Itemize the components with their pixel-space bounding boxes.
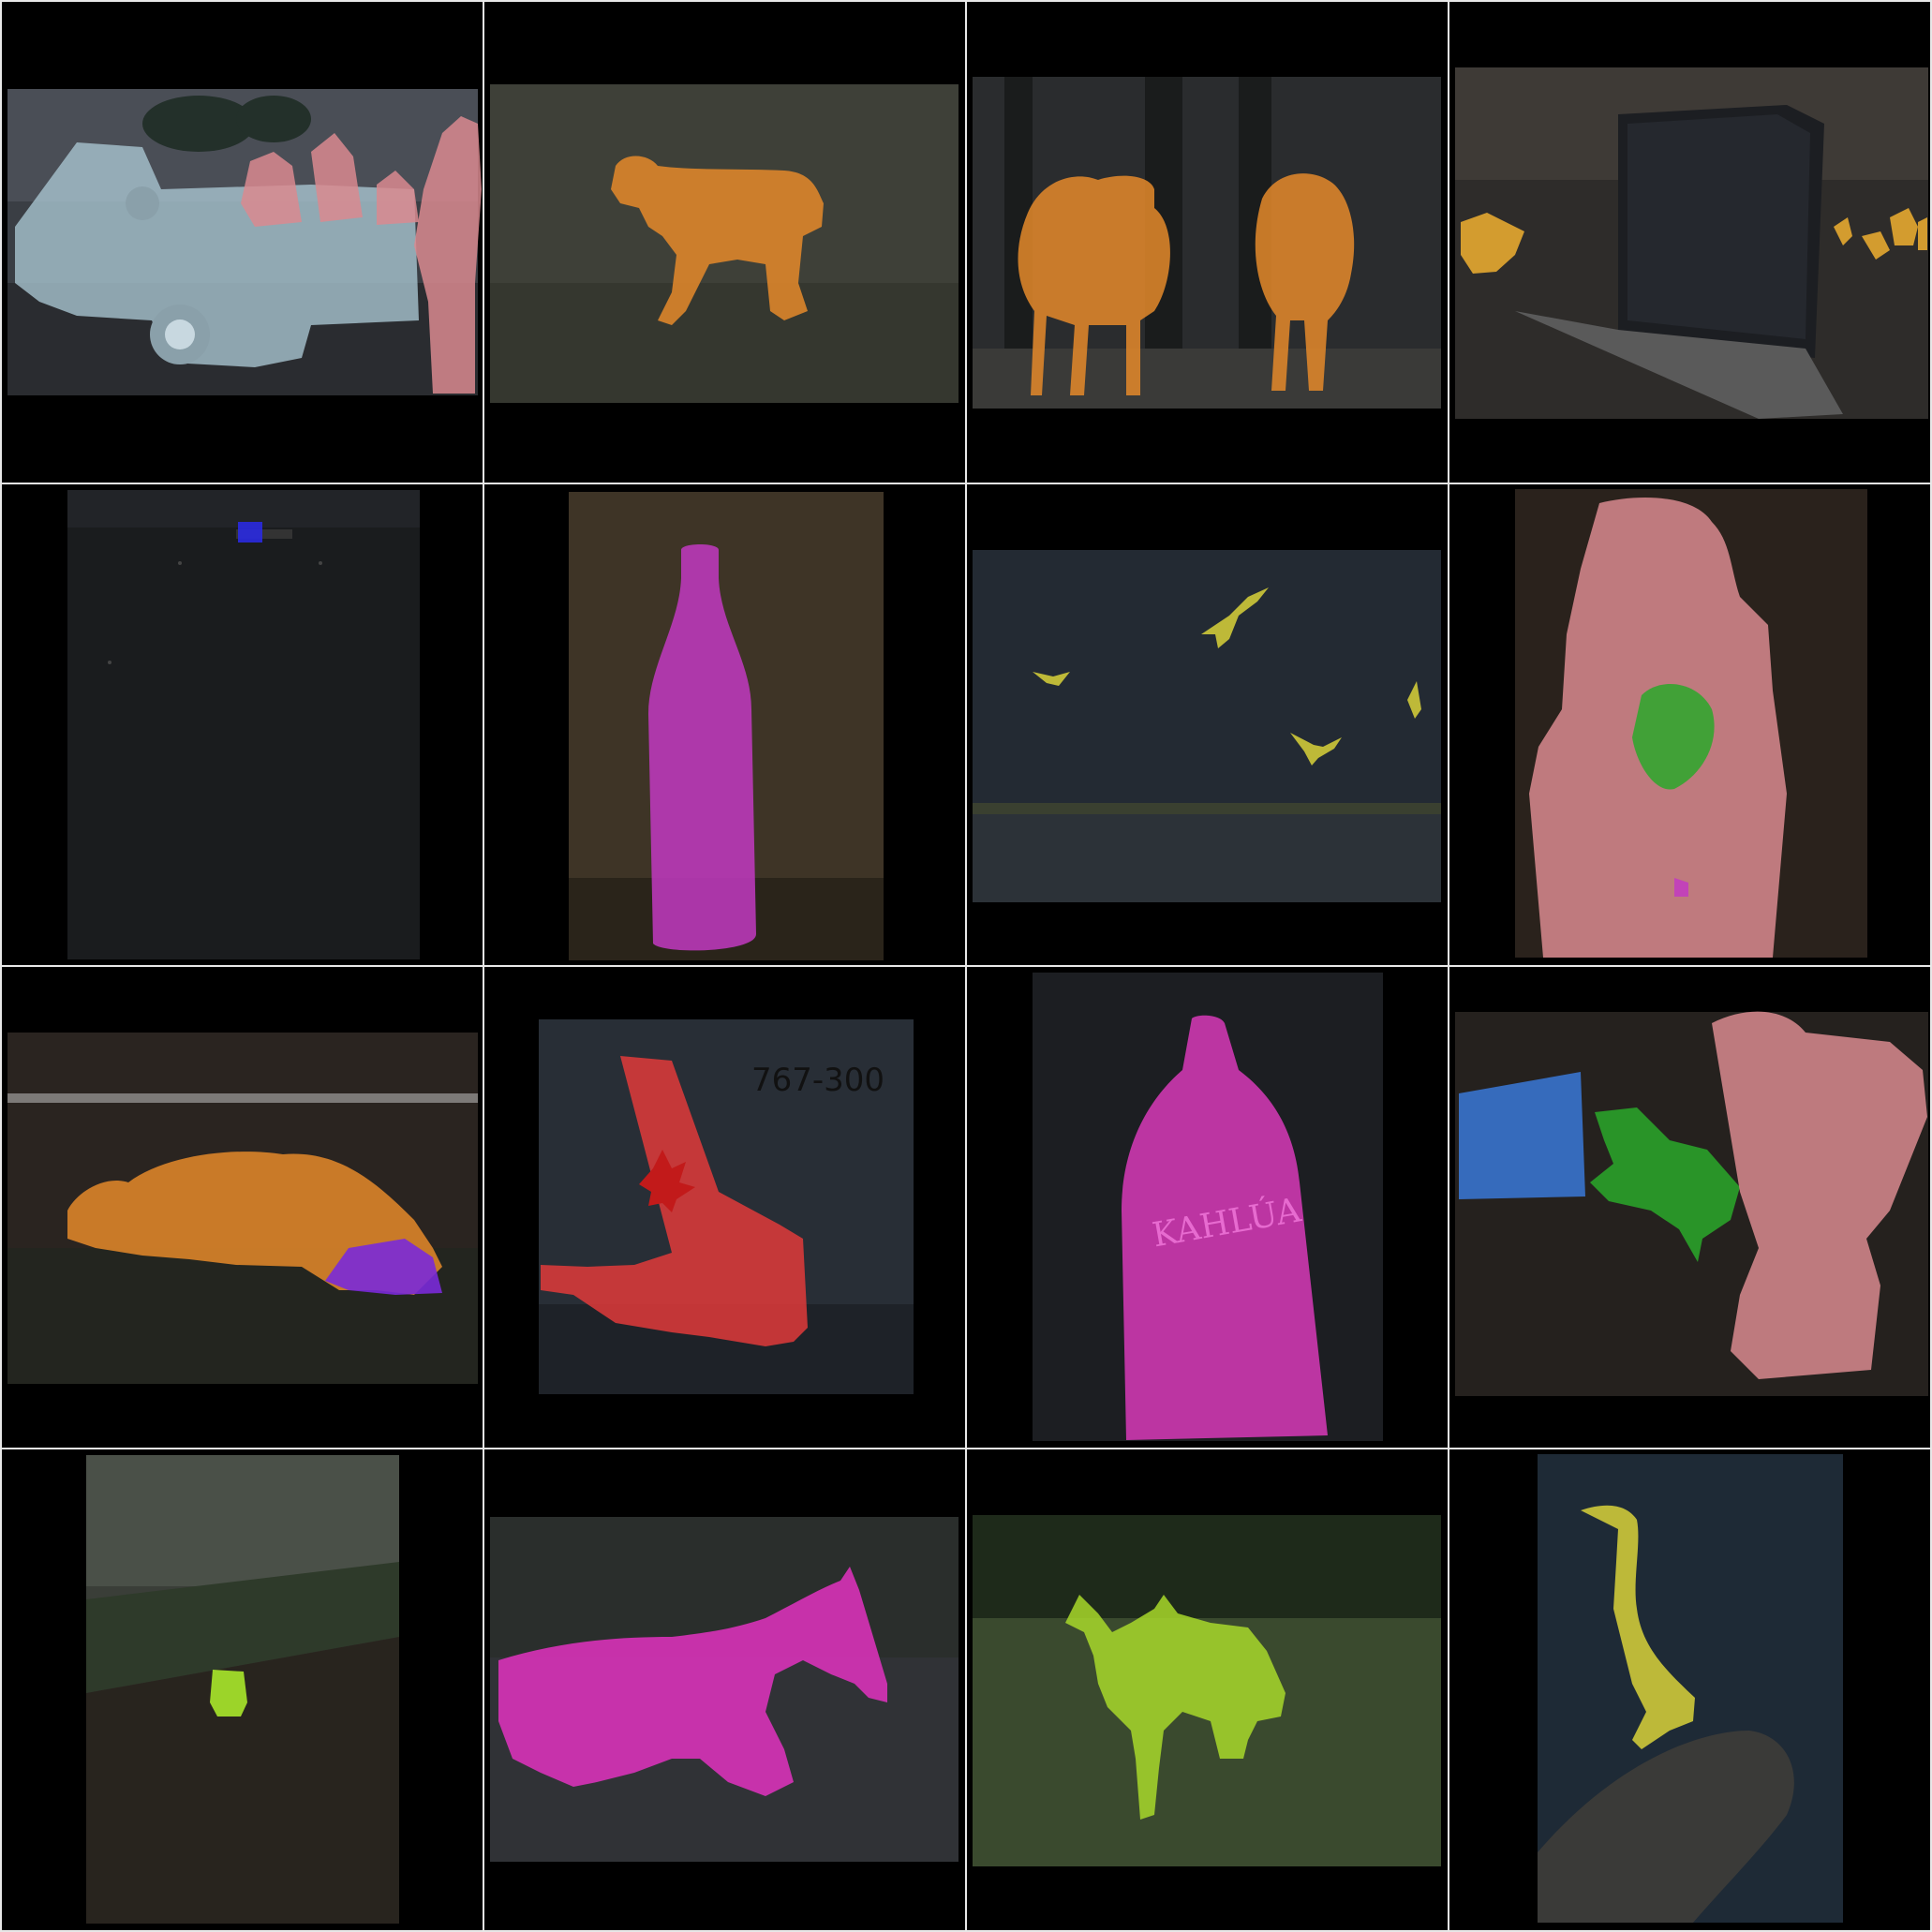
panel-kahlua-bottle: KAHLÚA (967, 967, 1448, 1448)
panel-man-plant-monitor (1449, 967, 1930, 1448)
grid-border (0, 0, 2, 1932)
panel-sheep-lying (2, 967, 483, 1448)
panel-girl-flowers (1449, 484, 1930, 965)
grid-divider (0, 965, 1932, 967)
panel-two-sheep (967, 2, 1448, 483)
panel-cow-field (967, 1449, 1448, 1930)
aircraft-type-label: 767-300 (751, 1062, 884, 1099)
segmentation-grid: 767-300 KAHLÚA (0, 0, 1932, 1932)
train-mask (210, 1670, 247, 1717)
boat-mask (238, 522, 262, 542)
panel-birds-sky (967, 484, 1448, 965)
grid-divider (0, 1448, 1932, 1449)
monitor-mask (1459, 1072, 1585, 1199)
panel-airplane-tail: 767-300 (484, 967, 965, 1448)
panel-heron-log (1449, 1449, 1930, 1930)
grid-divider (0, 483, 1932, 484)
panel-boat-dark-water (2, 484, 483, 965)
panel-bottle-table (484, 484, 965, 965)
panel-horse (484, 1449, 965, 1930)
panel-pickup-truck-people (2, 2, 483, 483)
panel-laptop-table (1449, 2, 1930, 483)
grid-border (0, 0, 1932, 2)
panel-train-valley (2, 1449, 483, 1930)
panel-lamb-grass (484, 2, 965, 483)
